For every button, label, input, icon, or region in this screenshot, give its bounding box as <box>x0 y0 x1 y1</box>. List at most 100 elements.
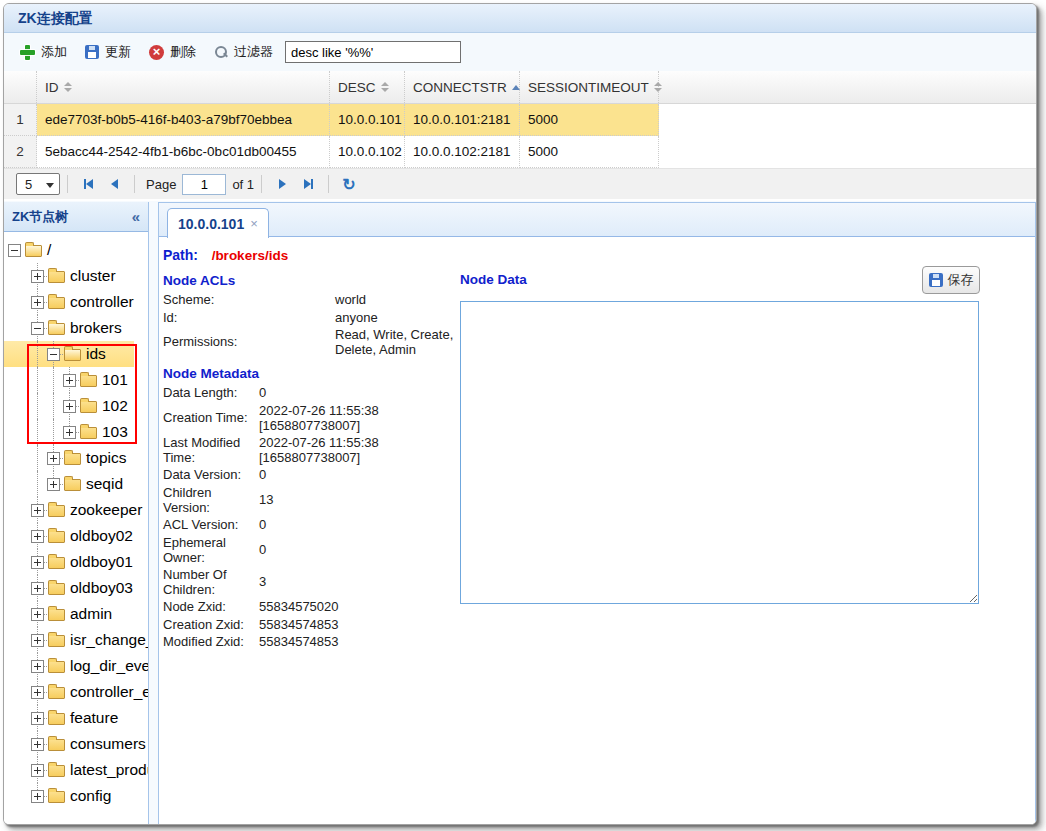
tree-node-label: consumers <box>70 735 146 753</box>
tree-node-seqid[interactable]: seqid <box>4 471 148 497</box>
tree-node-controller[interactable]: controller <box>4 289 148 315</box>
metadata-table: Data Length:0Creation Time:2022-07-26 11… <box>163 384 419 650</box>
column-header-connectstr[interactable]: CONNECTSTR <box>405 71 520 103</box>
window-title: ZK连接配置 <box>4 4 1036 33</box>
add-button[interactable]: 添加 <box>14 39 73 65</box>
refresh-button[interactable]: ↻ <box>336 173 362 195</box>
folder-icon <box>64 453 81 465</box>
filter-input[interactable] <box>285 41 461 63</box>
grid-header: ID DESC CONNECTSTRSESSIONTIMEOUT <box>4 71 1036 104</box>
tree-node-cluster[interactable]: cluster <box>4 263 148 289</box>
metadata-label: Creation Zxid: <box>163 616 259 633</box>
expand-icon[interactable] <box>63 374 76 387</box>
column-header-desc[interactable]: DESC <box>330 71 405 103</box>
collapse-node-icon[interactable] <box>8 244 21 257</box>
sort-asc-icon <box>512 85 520 90</box>
expand-icon[interactable] <box>31 530 44 543</box>
expand-icon[interactable] <box>31 634 44 647</box>
tree-node-controllerepoch[interactable]: controller_epoch <box>4 679 148 705</box>
tree-node-logdireventnotification[interactable]: log_dir_event_notification <box>4 653 148 679</box>
expand-icon[interactable] <box>31 764 44 777</box>
tree-node-oldboy01[interactable]: oldboy01 <box>4 549 148 575</box>
expand-icon[interactable] <box>31 270 44 283</box>
tree-node-admin[interactable]: admin <box>4 601 148 627</box>
cell-sessiontimeout: 5000 <box>520 136 659 168</box>
page-size-select[interactable]: 5 <box>16 173 60 195</box>
table-row[interactable]: 25ebacc44-2542-4fb1-b6bc-0bc01db0045510.… <box>4 136 1036 168</box>
folder-icon <box>48 687 65 699</box>
delete-button[interactable]: 删除 <box>143 39 202 65</box>
expand-icon[interactable] <box>31 556 44 569</box>
row-number: 2 <box>4 136 37 168</box>
header-filler <box>659 71 1036 103</box>
save-button[interactable]: 保存 <box>922 266 980 294</box>
acl-value: world <box>335 291 465 308</box>
tree-node-label: ids <box>86 345 106 363</box>
tree-node-isrchangenotification[interactable]: isr_change_notification <box>4 627 148 653</box>
expand-icon[interactable] <box>31 790 44 803</box>
first-page-button[interactable] <box>75 173 101 195</box>
page-size-value: 5 <box>25 177 32 192</box>
row-filler <box>659 136 1036 168</box>
expand-icon[interactable] <box>63 400 76 413</box>
row-filler <box>659 104 1036 136</box>
metadata-value: 13 <box>259 484 419 516</box>
tree-node-feature[interactable]: feature <box>4 705 148 731</box>
filter-button[interactable]: 过滤器 <box>208 39 279 65</box>
tree-node-ids[interactable]: ids <box>4 341 134 367</box>
expand-icon[interactable] <box>31 660 44 673</box>
acl-row: Permissions:Read, Write, Create, Delete,… <box>163 326 465 358</box>
update-button[interactable]: 更新 <box>79 39 137 65</box>
expand-icon[interactable] <box>31 686 44 699</box>
column-header-id[interactable]: ID <box>37 71 330 103</box>
tree-node-config[interactable]: config <box>4 783 148 809</box>
prev-page-button[interactable] <box>101 173 127 195</box>
tree-node-102[interactable]: 102 <box>4 393 148 419</box>
metadata-row: Ephemeral Owner:0 <box>163 533 419 565</box>
toolbar: 添加更新 删除过滤器 <box>4 33 1036 71</box>
next-page-button[interactable] <box>269 173 295 195</box>
zk-tree-panel: ZK节点树 « /clustercontrollerbrokersids1011… <box>4 202 149 824</box>
expand-icon[interactable] <box>31 738 44 751</box>
folder-icon <box>48 271 65 283</box>
connections-grid: ID DESC CONNECTSTRSESSIONTIMEOUT1ede7703f-… <box>4 71 1036 168</box>
tree-node-103[interactable]: 103 <box>4 419 148 445</box>
delete-label: 删除 <box>170 43 196 61</box>
collapse-node-icon[interactable] <box>47 348 60 361</box>
page-number-input[interactable] <box>182 174 226 195</box>
tab-10.0.0.101[interactable]: 10.0.0.101 × <box>167 208 269 238</box>
tree-node-zookeeper[interactable]: zookeeper <box>4 497 148 523</box>
chevron-down-icon <box>46 183 54 188</box>
tree-node-topics[interactable]: topics <box>4 445 148 471</box>
tree-node-label: 101 <box>102 371 128 389</box>
expand-icon[interactable] <box>31 582 44 595</box>
expand-icon[interactable] <box>47 478 60 491</box>
tree-node-oldboy02[interactable]: oldboy02 <box>4 523 148 549</box>
acl-label: Permissions: <box>163 326 335 358</box>
tree-node-oldboy03[interactable]: oldboy03 <box>4 575 148 601</box>
tree-node-consumers[interactable]: consumers <box>4 731 148 757</box>
collapse-panel-icon[interactable]: « <box>132 202 140 232</box>
table-row[interactable]: 1ede7703f-b0b5-416f-b403-a79bf70ebbea10.… <box>4 104 1036 136</box>
acl-label: Scheme: <box>163 291 335 308</box>
expand-icon[interactable] <box>31 608 44 621</box>
node-data-textarea[interactable] <box>460 301 979 604</box>
tree-node-latestproduceridblock[interactable]: latest_producer_id_block <box>4 757 148 783</box>
tree-node-[interactable]: / <box>4 237 148 263</box>
collapse-node-icon[interactable] <box>31 322 44 335</box>
last-page-button[interactable] <box>295 173 321 195</box>
metadata-value: 0 <box>259 516 419 533</box>
expand-icon[interactable] <box>31 712 44 725</box>
tree-node-101[interactable]: 101 <box>4 367 148 393</box>
expand-icon[interactable] <box>63 426 76 439</box>
tree-node-label: controller <box>70 293 134 311</box>
expand-icon[interactable] <box>47 452 60 465</box>
column-header-sessiontimeout[interactable]: SESSIONTIMEOUT <box>520 71 659 103</box>
tree-node-label: 102 <box>102 397 128 415</box>
expand-icon[interactable] <box>31 296 44 309</box>
expand-icon[interactable] <box>31 504 44 517</box>
tree-node-label: admin <box>70 605 112 623</box>
tab-close-icon[interactable]: × <box>250 216 258 231</box>
tree-node-brokers[interactable]: brokers <box>4 315 148 341</box>
column-label: DESC <box>338 80 376 95</box>
